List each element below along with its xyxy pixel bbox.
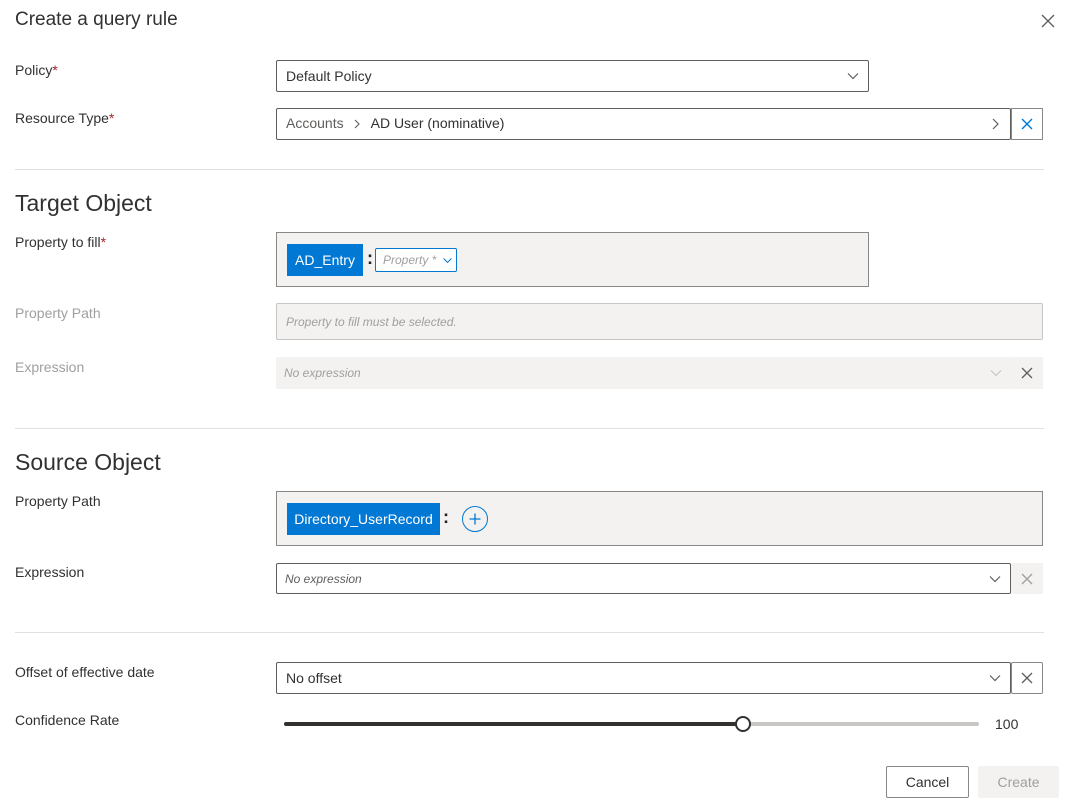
ad-entry-chip[interactable]: AD_Entry (287, 244, 363, 276)
breadcrumb-ad-user: AD User (nominative) (370, 115, 505, 132)
target-expression-dropdown: No expression (276, 357, 1011, 389)
offset-dropdown[interactable]: No offset (276, 662, 1011, 694)
source-property-path-box: Directory_UserRecord : (276, 491, 1043, 546)
property-placeholder: Property * (383, 253, 437, 267)
directory-userrecord-chip[interactable]: Directory_UserRecord (287, 503, 440, 535)
source-property-path-label: Property Path (15, 493, 101, 509)
policy-value: Default Policy (286, 68, 372, 84)
divider (15, 169, 1044, 170)
colon-separator: : (443, 507, 449, 527)
confidence-rate-label: Confidence Rate (15, 712, 120, 728)
chevron-down-icon (438, 255, 456, 266)
offset-clear-button[interactable] (1011, 662, 1043, 694)
offset-label: Offset of effective date (15, 664, 155, 680)
target-property-path-value: Property to fill must be selected. (286, 314, 457, 329)
confidence-rate-slider[interactable] (284, 716, 979, 732)
target-property-path-label: Property Path (15, 305, 101, 321)
chevron-right-icon (980, 109, 1010, 139)
add-property-button[interactable] (462, 506, 488, 532)
policy-label: Policy* (15, 62, 58, 78)
clear-icon (1021, 367, 1033, 379)
source-expression-value: No expression (285, 571, 362, 586)
property-to-fill-box: AD_Entry : Property * (276, 232, 869, 287)
resource-type-label: Resource Type* (15, 110, 115, 126)
property-to-fill-label: Property to fill* (15, 234, 107, 250)
offset-value: No offset (286, 670, 342, 686)
property-dropdown[interactable]: Property * (375, 248, 457, 272)
divider (15, 428, 1044, 429)
divider (15, 632, 1044, 633)
chevron-down-icon (981, 357, 1011, 389)
source-expression-label: Expression (15, 564, 85, 580)
clear-icon (1021, 118, 1033, 130)
chevron-down-icon (980, 663, 1010, 693)
chevron-down-icon (980, 564, 1010, 593)
source-expression-dropdown[interactable]: No expression (276, 563, 1011, 594)
dialog-title: Create a query rule (15, 9, 178, 30)
source-expression-clear-button[interactable] (1011, 563, 1043, 594)
clear-icon (1021, 672, 1033, 684)
resource-type-clear-button[interactable] (1011, 108, 1043, 140)
close-button[interactable] (1036, 9, 1060, 33)
target-expression-clear-button (1011, 357, 1043, 389)
policy-dropdown[interactable]: Default Policy (276, 60, 869, 92)
colon-separator: : (367, 248, 373, 268)
close-icon (1041, 14, 1055, 28)
target-object-heading: Target Object (15, 190, 152, 216)
chevron-down-icon (838, 61, 868, 91)
create-button[interactable]: Create (978, 766, 1059, 798)
confidence-rate-value: 100 (995, 716, 1019, 732)
add-icon (469, 513, 481, 525)
source-object-heading: Source Object (15, 449, 161, 475)
resource-type-picker[interactable]: Accounts AD User (nominative) (276, 108, 1011, 140)
breadcrumb-accounts: Accounts (286, 115, 344, 132)
clear-icon (1021, 573, 1033, 584)
target-expression-label: Expression (15, 359, 85, 375)
breadcrumb-separator-icon (353, 117, 361, 133)
target-expression-value: No expression (284, 366, 361, 380)
slider-thumb[interactable] (735, 716, 751, 732)
cancel-button[interactable]: Cancel (886, 766, 969, 798)
slider-fill (284, 722, 743, 726)
target-property-path-field: Property to fill must be selected. (276, 303, 1043, 340)
